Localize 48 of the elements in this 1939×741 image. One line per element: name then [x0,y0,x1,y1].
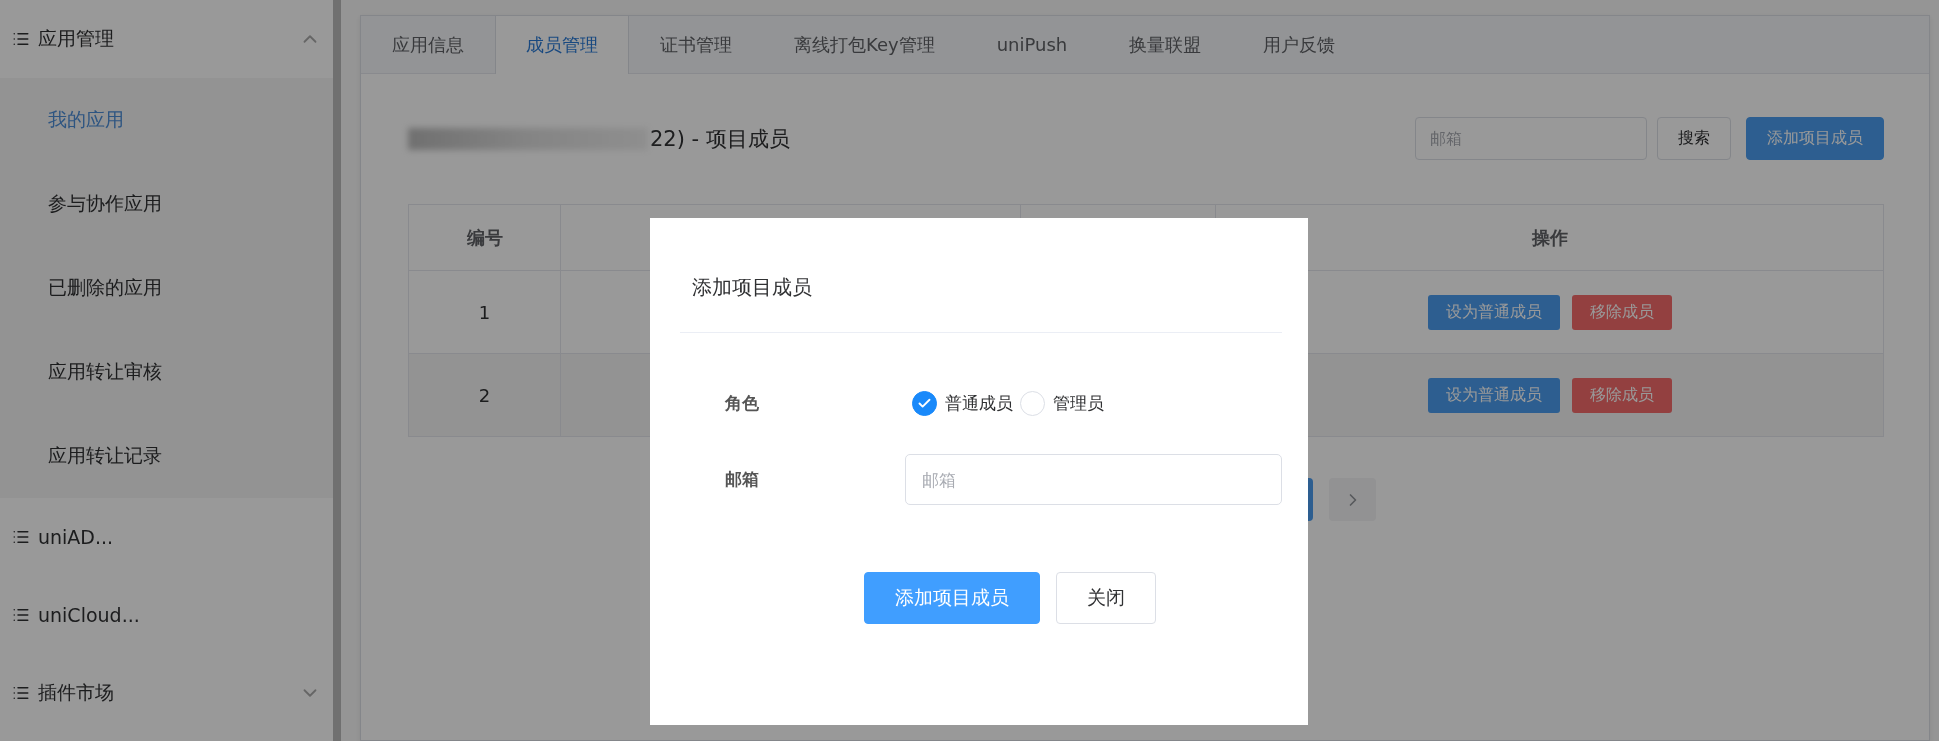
radio-button[interactable] [912,391,937,416]
menu-group[interactable]: 插件市场 [0,654,333,732]
remove-member-button[interactable]: 移除成员 [1571,294,1672,330]
page-title: 22) - 项目成员 [650,125,790,153]
radio-option[interactable]: 管理员 [1020,391,1104,416]
tab[interactable]: 应用信息 [361,16,495,73]
scrollbar[interactable] [333,0,341,741]
field-label: 邮箱 [725,468,760,491]
field-label: 角色 [725,392,760,415]
radio-label: 普通成员 [945,392,1013,415]
submenu-item[interactable]: 应用转让记录 [0,414,333,498]
tab[interactable]: 离线打包Key管理 [763,16,966,73]
remove-member-button[interactable]: 移除成员 [1571,377,1672,413]
submenu-item[interactable]: 我的应用 [0,78,333,162]
add-member-button[interactable]: 添加项目成员 [1746,117,1884,160]
menu-group[interactable]: uniAD... [0,498,333,576]
radio-option[interactable]: 普通成员 [912,391,1013,416]
tab[interactable]: uniPush [965,16,1099,73]
set-member-button[interactable]: 设为普通成员 [1427,294,1560,330]
search-button[interactable]: 搜索 [1657,117,1731,160]
table-cell: 2 [478,384,491,406]
table-cell: 1 [478,301,491,323]
menu-group-label: 应用管理 [38,26,115,51]
tab[interactable]: 用户反馈 [1232,16,1367,73]
check-icon [917,396,932,411]
submenu-item[interactable]: 应用转让审核 [0,330,333,414]
menu-group[interactable]: uniCloud... [0,576,333,654]
dialog-title: 添加项目成员 [692,275,812,299]
submenu-item[interactable]: 已删除的应用 [0,246,333,330]
menu-group-label: 插件市场 [38,680,115,705]
tab[interactable]: 证书管理 [629,16,763,73]
menu-group[interactable]: 应用管理 [0,0,333,78]
add-member-button[interactable]: 添加项目成员 [864,572,1040,624]
next-page-button[interactable] [1329,478,1376,521]
list-icon [12,30,30,48]
menu-group-label: uniCloud... [38,604,141,626]
list-icon [12,528,30,546]
submenu-item[interactable]: 参与协作应用 [0,162,333,246]
email-field[interactable]: 邮箱 [905,454,1282,505]
list-icon [12,606,30,624]
column-header: 编号 [408,204,561,271]
radio-label: 管理员 [1053,392,1104,415]
list-icon [12,684,30,702]
set-member-button[interactable]: 设为普通成员 [1427,377,1560,413]
tab[interactable]: 成员管理 [495,16,629,74]
menu-group-label: uniAD... [38,526,115,548]
close-button[interactable]: 关闭 [1056,572,1156,624]
tab[interactable]: 换量联盟 [1098,16,1233,73]
